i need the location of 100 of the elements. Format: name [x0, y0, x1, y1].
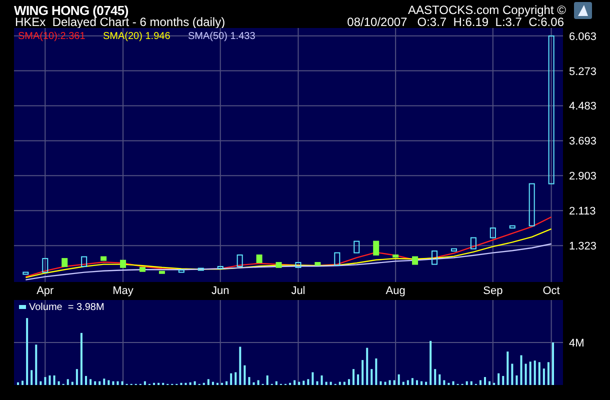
volume-bar [411, 378, 414, 385]
volume-bar [266, 375, 268, 385]
y-axis-label: 1.323 [569, 240, 597, 253]
volume-bar [40, 381, 42, 385]
volume-bar [112, 381, 114, 385]
volume-bar [212, 382, 214, 385]
candlestick [528, 183, 535, 226]
volume-bar [393, 380, 396, 385]
candlestick [334, 252, 340, 266]
y-axis-label: 4.483 [569, 100, 597, 113]
volume-bar [162, 382, 164, 385]
volume-bar [398, 374, 400, 385]
volume-bar [239, 346, 242, 385]
y-axis-label: 4M [569, 338, 584, 350]
y-axis-label: 5.273 [569, 66, 597, 78]
x-axis-label: Sep [483, 285, 503, 297]
volume-bar [248, 377, 250, 385]
legend-swatch [19, 305, 26, 309]
legend-label: SMA(10):2.361 [18, 31, 86, 42]
volume-bar [434, 369, 436, 385]
legend-label: SMA(50) 1.433 [188, 31, 256, 42]
candlestick [217, 266, 224, 269]
volume-bar [506, 352, 509, 385]
candlestick [42, 258, 48, 273]
volume-bar [343, 382, 346, 385]
volume-bar [226, 381, 228, 385]
candlestick [22, 272, 29, 275]
volume-bar [498, 373, 500, 385]
volume-bar [275, 381, 278, 385]
volume-bar [511, 364, 514, 385]
y-axis-label: 2.113 [569, 206, 596, 218]
volume-bar [230, 373, 232, 385]
volume-bar [80, 332, 82, 385]
candlestick [276, 262, 282, 268]
volume-bar [524, 364, 527, 385]
candlestick [412, 256, 418, 265]
volume-bar [357, 374, 360, 385]
candlestick [256, 254, 262, 264]
candlestick [490, 228, 496, 238]
volume-bar [470, 381, 472, 385]
volume-bar [479, 380, 482, 385]
x-axis-label: Aug [386, 285, 406, 297]
volume-bar [76, 369, 78, 385]
volume-bar [116, 381, 119, 385]
volume-bar [22, 380, 24, 385]
volume-bar [370, 369, 373, 385]
volume-bar [348, 379, 350, 385]
volume-bar [402, 382, 404, 385]
volume-bar [366, 348, 368, 385]
volume-bar [58, 381, 60, 385]
volume-bar [252, 382, 255, 385]
volume-bar [493, 382, 496, 385]
volume-bar [108, 380, 110, 385]
volume-bar [189, 382, 192, 385]
volume-bar [380, 381, 382, 385]
volume-bar [289, 382, 292, 385]
volume-bar [502, 376, 504, 385]
volume-bar [221, 382, 224, 385]
x-axis-label: Jun [211, 285, 230, 297]
candlestick [62, 258, 68, 267]
volume-bar [534, 360, 536, 385]
volume-bar [30, 370, 33, 385]
volume-bar [466, 381, 468, 385]
volume-bar [312, 372, 314, 385]
volume-bar [438, 374, 441, 385]
x-axis-label: Apr [36, 285, 54, 297]
volume-bar [90, 379, 92, 385]
volume-bar [71, 382, 74, 385]
volume-bar [320, 375, 323, 385]
volume-bar [416, 380, 418, 385]
volume-bar [420, 381, 423, 385]
volume-bar [121, 381, 124, 385]
volume-bar [153, 382, 156, 385]
volume-bar [384, 382, 386, 385]
volume-bar [430, 340, 432, 385]
candlestick [100, 256, 107, 261]
volume-bar [538, 362, 540, 385]
x-axis-label: May [112, 285, 134, 297]
volume-bar [158, 382, 160, 385]
volume-bar [516, 375, 518, 385]
volume-bar [234, 372, 237, 385]
volume-bar [180, 382, 182, 385]
candlestick [178, 270, 184, 273]
volume-bar [338, 382, 341, 385]
candlestick [295, 262, 302, 268]
candlestick [373, 240, 380, 256]
volume-bar [316, 381, 318, 385]
volume-bar [542, 368, 545, 385]
volume-bar [388, 380, 391, 385]
volume-bar [184, 382, 187, 385]
volume-bar [307, 379, 310, 385]
candlestick [198, 268, 204, 271]
volume-bar [547, 362, 550, 385]
candlestick [120, 260, 126, 268]
volume-bar [94, 381, 96, 385]
candlestick [392, 254, 399, 258]
volume-bar [302, 380, 305, 385]
legend-label: Volume = 3.98M [29, 302, 104, 313]
volume-bar [44, 377, 46, 385]
legend-label: SMA(20) 1.946 [103, 31, 170, 42]
